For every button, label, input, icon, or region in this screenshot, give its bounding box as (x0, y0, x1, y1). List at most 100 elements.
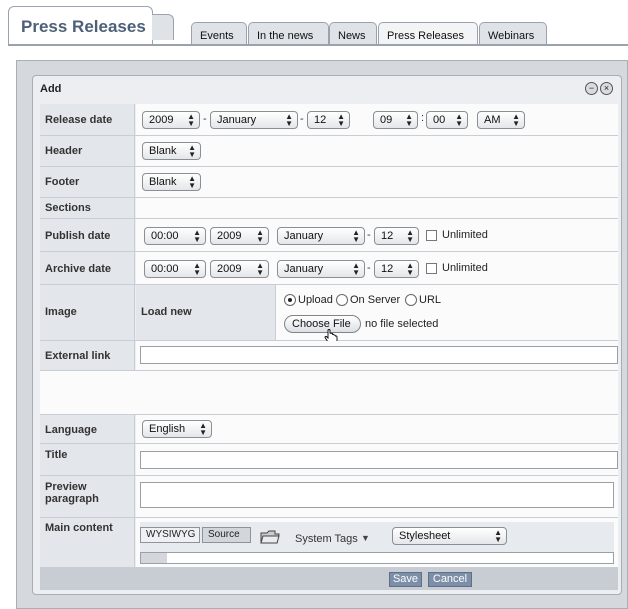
publish-unlimited-label: Unlimited (442, 229, 488, 241)
url-radio[interactable] (405, 294, 417, 306)
close-icon[interactable]: × (600, 82, 613, 95)
preview-paragraph-textarea[interactable] (140, 482, 614, 508)
select-arrows-icon: ▲ ▼ (455, 112, 463, 128)
release-minute-select[interactable]: 00 ▲ ▼ (426, 111, 468, 129)
system-tags-label[interactable]: System Tags (295, 533, 358, 545)
folder-icon[interactable] (260, 529, 280, 545)
top-navigation: Press Releases Events In the news News P… (0, 0, 628, 46)
select-arrows-icon: ▲ ▼ (406, 261, 414, 277)
wysiwyg-tab[interactable]: WYSIWYG (140, 527, 200, 543)
upload-option-label: Upload (298, 294, 333, 306)
header-row: Header Blank ▲ ▼ (40, 136, 618, 167)
language-row: Language English ▲ ▼ (40, 415, 618, 444)
main-content-row: Main content WYSIWYG Source System Tags … (40, 518, 618, 568)
archive-day-select[interactable]: 12 ▲ ▼ (374, 260, 419, 278)
caret-down-icon[interactable]: ▼ (361, 533, 370, 543)
footer-select[interactable]: Blank ▲ ▼ (142, 173, 201, 191)
tab-news[interactable]: News (329, 22, 377, 44)
tab-divider (8, 44, 628, 46)
sections-label: Sections (45, 202, 91, 214)
archive-date-row: Archive date 00:00 ▲ ▼ 2009 ▲ ▼ January ▲ ▼ - … (40, 252, 618, 285)
tab-decoration (152, 14, 174, 40)
section-header-tab: Press Releases (8, 6, 153, 46)
release-hour-select[interactable]: 09 ▲ ▼ (373, 111, 418, 129)
tab-in-the-news[interactable]: In the news (248, 22, 329, 44)
source-tab[interactable]: Source (202, 527, 251, 543)
release-day-select[interactable]: 12 ▲ ▼ (307, 111, 350, 129)
choose-file-button[interactable]: Choose File (284, 315, 361, 333)
publish-date-row: Publish date 00:00 ▲ ▼ 2009 ▲ ▼ January ▲ ▼ - … (40, 219, 618, 252)
publish-year-select[interactable]: 2009 ▲ ▼ (210, 227, 269, 245)
archive-year-select[interactable]: 2009 ▲ ▼ (210, 260, 269, 278)
publish-month-select[interactable]: January ▲ ▼ (277, 227, 365, 245)
select-arrows-icon: ▲ ▼ (188, 143, 196, 159)
select-arrows-icon: ▲ ▼ (406, 228, 414, 244)
stylesheet-select[interactable]: Stylesheet ▲ ▼ (392, 527, 507, 545)
publish-day-select[interactable]: 12 ▲ ▼ (374, 227, 419, 245)
select-arrows-icon: ▲ ▼ (285, 112, 293, 128)
image-label: Image (45, 306, 77, 318)
language-label: Language (45, 424, 97, 436)
archive-time-select[interactable]: 00:00 ▲ ▼ (144, 260, 206, 278)
language-select[interactable]: English ▲ ▼ (142, 420, 212, 438)
select-arrows-icon: ▲ ▼ (337, 112, 345, 128)
release-date-label: Release date (45, 114, 113, 126)
archive-date-label: Archive date (45, 263, 112, 275)
upload-radio[interactable] (284, 294, 296, 306)
external-link-input[interactable] (140, 346, 618, 364)
select-arrows-icon: ▲ ▼ (352, 228, 360, 244)
external-link-row: External link (40, 341, 618, 371)
image-row: Image Load new Upload On Server URL Choo… (40, 285, 618, 346)
tab-webinars[interactable]: Webinars (479, 22, 547, 44)
select-arrows-icon: ▲ ▼ (256, 228, 264, 244)
editor-toolbar: WYSIWYG Source System Tags ▼ Stylesheet ▲… (140, 522, 614, 564)
release-date-row: Release date 2009 ▲ ▼ - January ▲ ▼ - 12 ▲ ▼ 0… (40, 104, 618, 136)
external-link-label: External link (45, 350, 111, 362)
file-status-text: no file selected (365, 318, 439, 330)
release-year-select[interactable]: 2009 ▲ ▼ (142, 111, 200, 129)
page-title: Press Releases (21, 17, 146, 36)
tab-press-releases[interactable]: Press Releases (378, 22, 478, 44)
load-new-label: Load new (141, 306, 192, 318)
archive-month-select[interactable]: January ▲ ▼ (277, 260, 365, 278)
tab-events[interactable]: Events (191, 22, 247, 44)
select-arrows-icon: ▲ ▼ (512, 112, 520, 128)
select-arrows-icon: ▲ ▼ (352, 261, 360, 277)
select-arrows-icon: ▲ ▼ (187, 112, 195, 128)
archive-unlimited-label: Unlimited (442, 262, 488, 274)
on-server-option-label: On Server (350, 294, 401, 306)
release-ampm-select[interactable]: AM ▲ ▼ (477, 111, 525, 129)
header-select[interactable]: Blank ▲ ▼ (142, 142, 201, 160)
main-content-label: Main content (45, 522, 113, 534)
publish-unlimited-checkbox[interactable] (426, 230, 437, 241)
panel-title: Add (40, 83, 62, 95)
archive-unlimited-checkbox[interactable] (426, 263, 437, 274)
minimize-icon[interactable]: − (585, 82, 598, 95)
select-arrows-icon: ▲ ▼ (494, 528, 502, 544)
select-arrows-icon: ▲ ▼ (405, 112, 413, 128)
footer-row: Footer Blank ▲ ▼ (40, 167, 618, 198)
url-option-label: URL (419, 294, 442, 306)
title-row: Title (40, 444, 618, 476)
select-arrows-icon: ▲ ▼ (188, 174, 196, 190)
publish-time-select[interactable]: 00:00 ▲ ▼ (144, 227, 206, 245)
preview-label-line1: Preview (45, 481, 87, 493)
spacer-row (40, 371, 618, 415)
release-month-select[interactable]: January ▲ ▼ (210, 111, 298, 129)
title-input[interactable] (140, 451, 618, 469)
title-label: Title (45, 449, 68, 461)
preview-label-line2: paragraph (45, 493, 99, 505)
header-label: Header (45, 145, 83, 157)
publish-date-label: Publish date (45, 230, 111, 242)
on-server-radio[interactable] (336, 294, 348, 306)
footer-label: Footer (45, 176, 80, 188)
sections-row: Sections (40, 198, 618, 219)
editor-gutter (141, 553, 167, 563)
save-button[interactable]: Save (389, 572, 422, 587)
action-bar: Save Cancel (40, 568, 618, 590)
select-arrows-icon: ▲ ▼ (193, 261, 201, 277)
select-arrows-icon: ▲ ▼ (193, 228, 201, 244)
editor-area[interactable] (140, 552, 614, 564)
cancel-button[interactable]: Cancel (428, 572, 472, 587)
select-arrows-icon: ▲ ▼ (256, 261, 264, 277)
